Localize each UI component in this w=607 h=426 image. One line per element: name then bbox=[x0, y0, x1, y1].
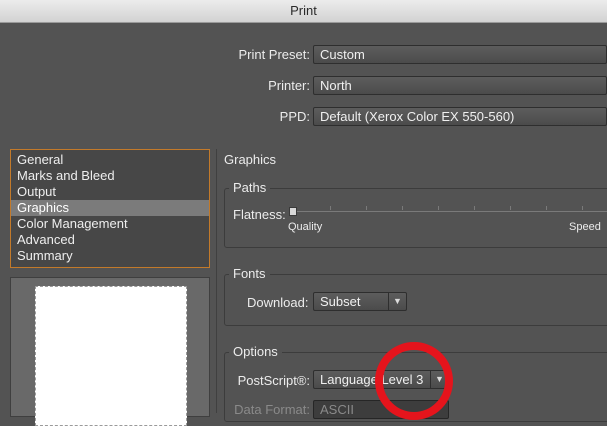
quality-label: Quality bbox=[288, 221, 323, 233]
print-preset-label: Print Preset: bbox=[238, 47, 310, 62]
flatness-slider-thumb[interactable] bbox=[289, 207, 297, 216]
slider-tick bbox=[582, 206, 583, 210]
data-format-label: Data Format: bbox=[234, 402, 310, 417]
ppd-select[interactable]: Default (Xerox Color EX 550-560) bbox=[313, 107, 607, 126]
sidebar-item-graphics[interactable]: Graphics bbox=[11, 200, 209, 216]
paths-group-title: Paths bbox=[229, 180, 271, 195]
download-select[interactable]: Subset ▼ bbox=[313, 292, 407, 311]
printer-value: North bbox=[320, 78, 352, 93]
slider-tick bbox=[546, 206, 547, 210]
download-label: Download: bbox=[247, 295, 309, 310]
panel-divider bbox=[216, 149, 217, 413]
preview-page bbox=[35, 286, 187, 426]
slider-tick bbox=[330, 206, 331, 210]
ppd-label: PPD: bbox=[279, 109, 310, 124]
sidebar-item-general[interactable]: General bbox=[11, 152, 209, 168]
flatness-slider-track[interactable] bbox=[294, 211, 607, 212]
printer-select[interactable]: North bbox=[313, 76, 607, 95]
speed-label: Speed bbox=[569, 221, 601, 233]
slider-tick bbox=[402, 206, 403, 210]
page-preview bbox=[10, 277, 210, 426]
download-value: Subset bbox=[320, 294, 361, 309]
sidebar-item-advanced[interactable]: Advanced bbox=[11, 232, 209, 248]
printer-label: Printer: bbox=[268, 78, 310, 93]
print-preset-value: Custom bbox=[320, 47, 365, 62]
sidebar-item-output[interactable]: Output bbox=[11, 184, 209, 200]
slider-tick bbox=[510, 206, 511, 210]
panel-title: Graphics bbox=[224, 152, 277, 167]
slider-tick bbox=[474, 206, 475, 210]
data-format-value: ASCII bbox=[320, 402, 354, 417]
fonts-group-title: Fonts bbox=[229, 266, 270, 281]
flatness-label: Flatness: bbox=[233, 207, 286, 222]
window-title: Print bbox=[0, 0, 607, 23]
slider-tick bbox=[366, 206, 367, 210]
sidebar-item-marks-and-bleed[interactable]: Marks and Bleed bbox=[11, 168, 209, 184]
sidebar-item-summary[interactable]: Summary bbox=[11, 248, 209, 264]
ppd-value: Default (Xerox Color EX 550-560) bbox=[320, 109, 515, 124]
annotation-circle bbox=[375, 342, 453, 420]
postscript-label: PostScript®: bbox=[237, 373, 310, 388]
options-group-title: Options bbox=[229, 344, 282, 359]
category-list: General Marks and Bleed Output Graphics … bbox=[10, 149, 210, 268]
chevron-down-icon: ▼ bbox=[388, 293, 406, 310]
slider-tick bbox=[438, 206, 439, 210]
print-preset-select[interactable]: Custom bbox=[313, 45, 607, 64]
sidebar-item-color-management[interactable]: Color Management bbox=[11, 216, 209, 232]
